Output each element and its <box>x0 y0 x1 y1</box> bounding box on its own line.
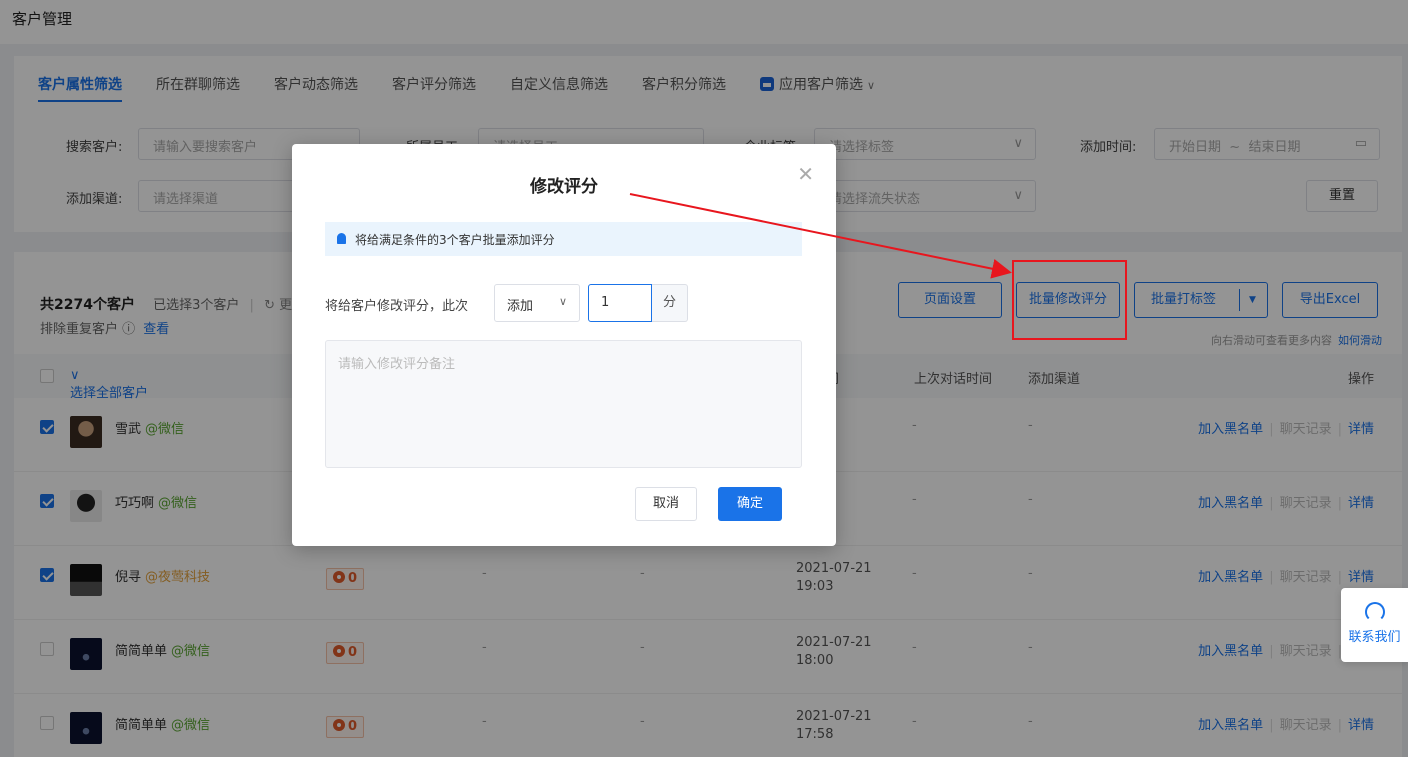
score-edit-label: 将给客户修改评分，此次 <box>325 299 469 314</box>
chevron-down-icon: ∨ <box>558 295 567 308</box>
cancel-button[interactable]: 取消 <box>635 487 697 521</box>
headset-icon <box>1364 602 1385 622</box>
info-notice: 将给满足条件的3个客户批量添加评分 <box>325 222 802 256</box>
remark-textarea[interactable]: 请输入修改评分备注 <box>325 340 802 468</box>
close-icon[interactable]: ✕ <box>797 162 814 186</box>
modal-title: 修改评分 <box>530 177 598 197</box>
score-unit: 分 <box>652 284 688 322</box>
confirm-button[interactable]: 确定 <box>718 487 782 521</box>
bell-icon <box>337 233 346 244</box>
edit-score-modal: 修改评分 ✕ 将给满足条件的3个客户批量添加评分 将给客户修改评分，此次 添加 ∨… <box>292 144 836 546</box>
contact-us-button[interactable]: 联系我们 <box>1341 588 1408 662</box>
score-mode-select[interactable]: 添加 ∨ <box>494 284 580 322</box>
score-value-input[interactable]: 1 <box>588 284 652 322</box>
score-edit-line: 将给客户修改评分，此次 添加 ∨ 1 分 <box>325 284 805 322</box>
annotation-highlight-box <box>1012 260 1127 340</box>
